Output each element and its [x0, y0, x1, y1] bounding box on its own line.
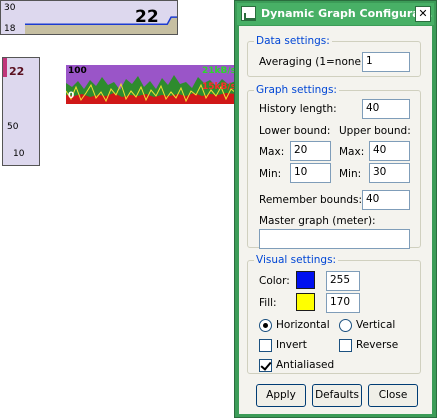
graph-horizontal-value: 22 — [135, 7, 159, 27]
color-swatch-button[interactable] — [296, 271, 315, 289]
horizontal-label[interactable]: Horizontal — [276, 319, 330, 331]
lower-min-input[interactable]: 10 — [290, 163, 331, 183]
upper-min-label: Min: — [339, 168, 362, 180]
dialog-titlebar[interactable]: Dynamic Graph Configura... ✕ — [237, 3, 434, 25]
remember-bounds-label: Remember bounds: — [259, 194, 363, 206]
graph-horizontal-min-label: 18 — [4, 24, 16, 34]
upper-bound-label: Upper bound: — [339, 125, 411, 137]
lower-max-input[interactable]: 20 — [290, 141, 331, 161]
graph-settings-group: Graph settings: History length: 40 Lower… — [247, 84, 421, 249]
graph-network-download-label: 15kB/s — [202, 82, 236, 92]
dialog-title: Dynamic Graph Configura... — [261, 7, 433, 20]
master-graph-label: Master graph (meter): — [259, 215, 376, 227]
close-button[interactable]: Close — [368, 384, 418, 407]
color-label: Color: — [259, 275, 290, 287]
reverse-checkbox[interactable] — [339, 339, 352, 352]
vertical-label[interactable]: Vertical — [356, 319, 395, 331]
config-dialog: Dynamic Graph Configura... ✕ Data settin… — [234, 0, 437, 418]
reverse-label[interactable]: Reverse — [356, 339, 398, 351]
graph-vertical: 22 50 10 — [2, 57, 40, 166]
graph-vertical-max-label: 50 — [7, 122, 19, 132]
data-settings-legend: Data settings: — [254, 35, 332, 47]
defaults-button[interactable]: Defaults — [312, 384, 362, 407]
data-settings-group: Data settings: Averaging (1=none): 1 — [247, 35, 421, 77]
horizontal-radio[interactable] — [259, 319, 272, 332]
close-icon[interactable]: ✕ — [415, 6, 431, 22]
graph-settings-legend: Graph settings: — [254, 84, 339, 96]
fill-swatch-button[interactable] — [296, 293, 315, 311]
remember-bounds-input[interactable]: 40 — [362, 190, 410, 210]
upper-max-label: Max: — [339, 146, 365, 158]
averaging-label: Averaging (1=none): — [259, 56, 369, 68]
graph-vertical-value: 22 — [9, 65, 25, 78]
fill-label: Fill: — [259, 297, 277, 309]
visual-settings-group: Visual settings: Color: 255 Fill: 170 Ho… — [247, 254, 421, 374]
graph-network-upload-label: 21kB/s — [202, 66, 236, 76]
antialiased-checkbox[interactable] — [259, 359, 272, 372]
graph-network-min-label: 0 — [68, 91, 75, 101]
antialiased-label[interactable]: Antialiased — [276, 359, 334, 371]
graph-horizontal-max-label: 30 — [4, 3, 16, 13]
graph-horizontal: 30 18 22 — [0, 0, 178, 35]
visual-settings-legend: Visual settings: — [254, 254, 339, 266]
averaging-input[interactable]: 1 — [362, 52, 410, 72]
graph-network: 100 0 21kB/s 15kB/s — [66, 65, 236, 104]
lower-bound-label: Lower bound: — [259, 125, 331, 137]
lower-max-label: Max: — [259, 146, 285, 158]
lower-min-label: Min: — [259, 168, 282, 180]
app-icon — [241, 6, 256, 21]
upper-max-input[interactable]: 40 — [369, 141, 410, 161]
upper-min-input[interactable]: 30 — [369, 163, 410, 183]
color-alpha-input[interactable]: 255 — [326, 271, 360, 291]
graph-network-max-label: 100 — [68, 66, 87, 76]
invert-label[interactable]: Invert — [276, 339, 307, 351]
graph-vertical-min-label: 10 — [13, 149, 25, 159]
graph-vertical-fill — [3, 58, 7, 78]
master-graph-input[interactable] — [259, 229, 410, 249]
vertical-radio[interactable] — [339, 319, 352, 332]
history-length-input[interactable]: 40 — [362, 99, 410, 119]
apply-button[interactable]: Apply — [256, 384, 306, 407]
dialog-body: Data settings: Averaging (1=none): 1 Gra… — [239, 26, 432, 414]
history-length-label: History length: — [259, 103, 337, 115]
fill-alpha-input[interactable]: 170 — [326, 293, 360, 313]
invert-checkbox[interactable] — [259, 339, 272, 352]
